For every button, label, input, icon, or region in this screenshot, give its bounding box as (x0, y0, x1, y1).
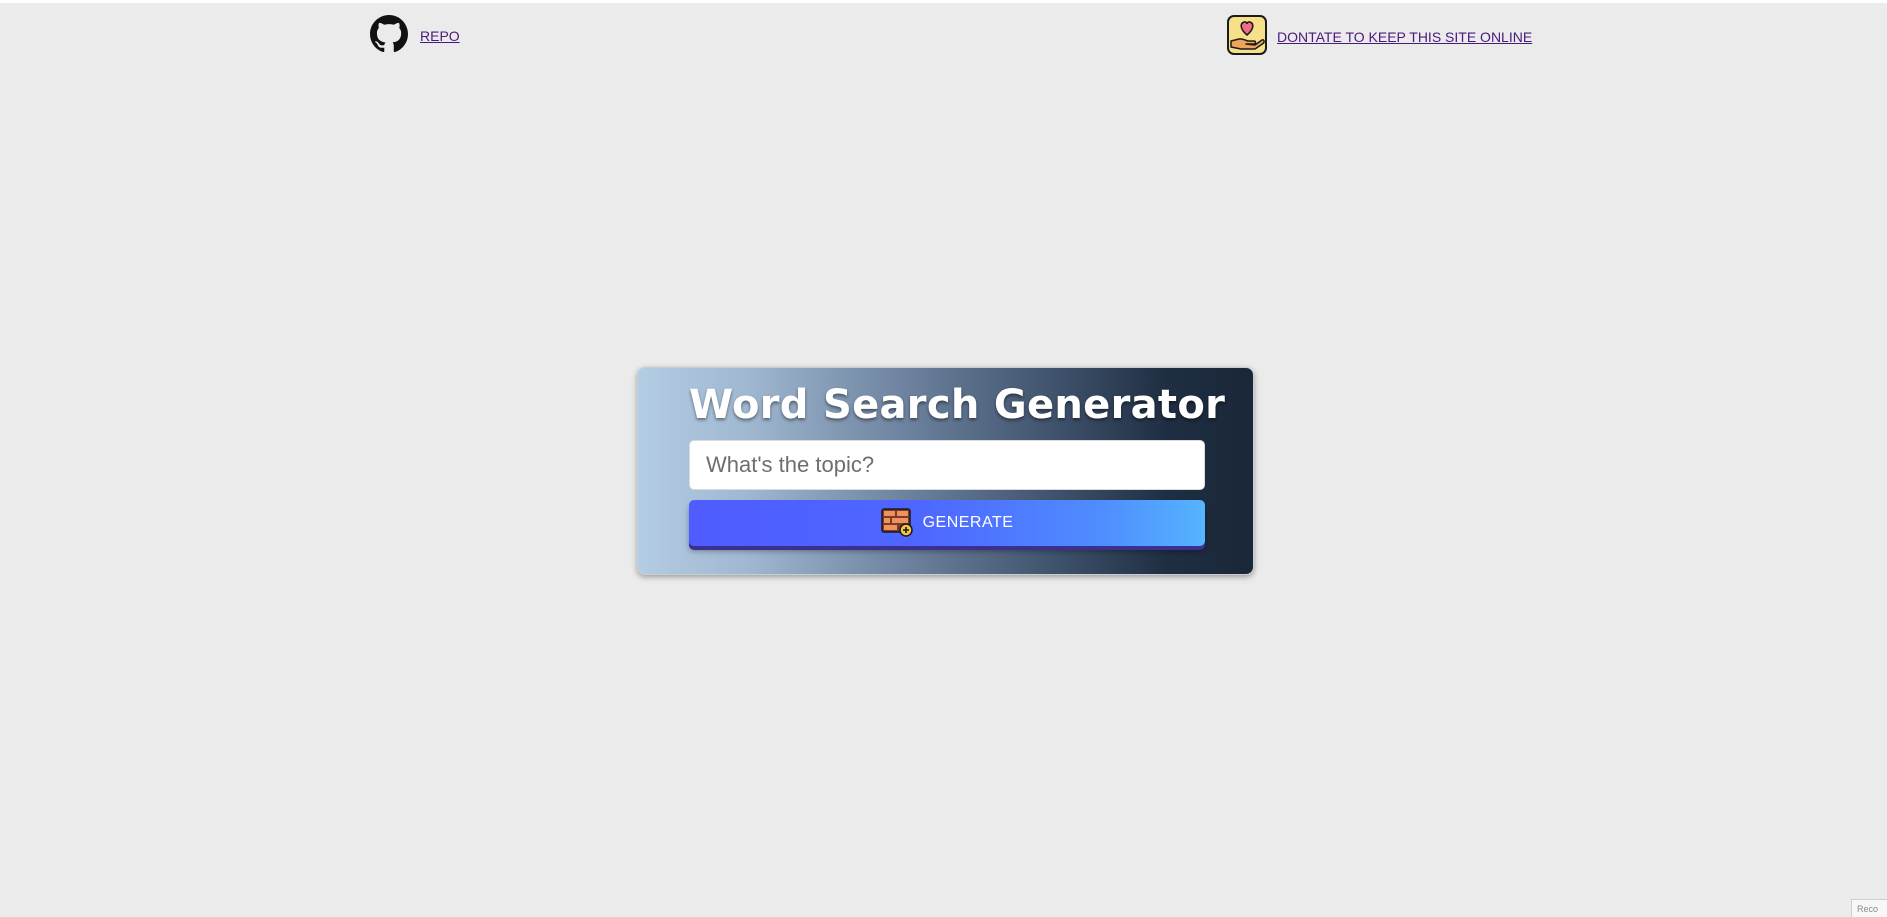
topic-input[interactable] (689, 440, 1205, 490)
generator-card: Word Search Generator GENERATE (637, 367, 1254, 575)
donate-link-label: DONTATE TO KEEP THIS SITE ONLINE (1277, 28, 1533, 45)
recaptcha-badge[interactable]: Reco (1851, 899, 1887, 917)
page-title: Word Search Generator (689, 382, 1226, 428)
repo-link[interactable]: REPO (370, 15, 460, 56)
donate-heart-hand-icon (1227, 15, 1277, 58)
repo-link-label: REPO (420, 27, 460, 44)
generate-button[interactable]: GENERATE (689, 500, 1205, 546)
top-bar: REPO DONTATE TO KEEP THIS SITE ONLINE (0, 3, 1887, 67)
donate-link[interactable]: DONTATE TO KEEP THIS SITE ONLINE (1227, 15, 1532, 58)
github-icon (370, 15, 420, 56)
generate-button-label: GENERATE (922, 514, 1014, 531)
puzzle-grid-add-icon (880, 507, 923, 540)
